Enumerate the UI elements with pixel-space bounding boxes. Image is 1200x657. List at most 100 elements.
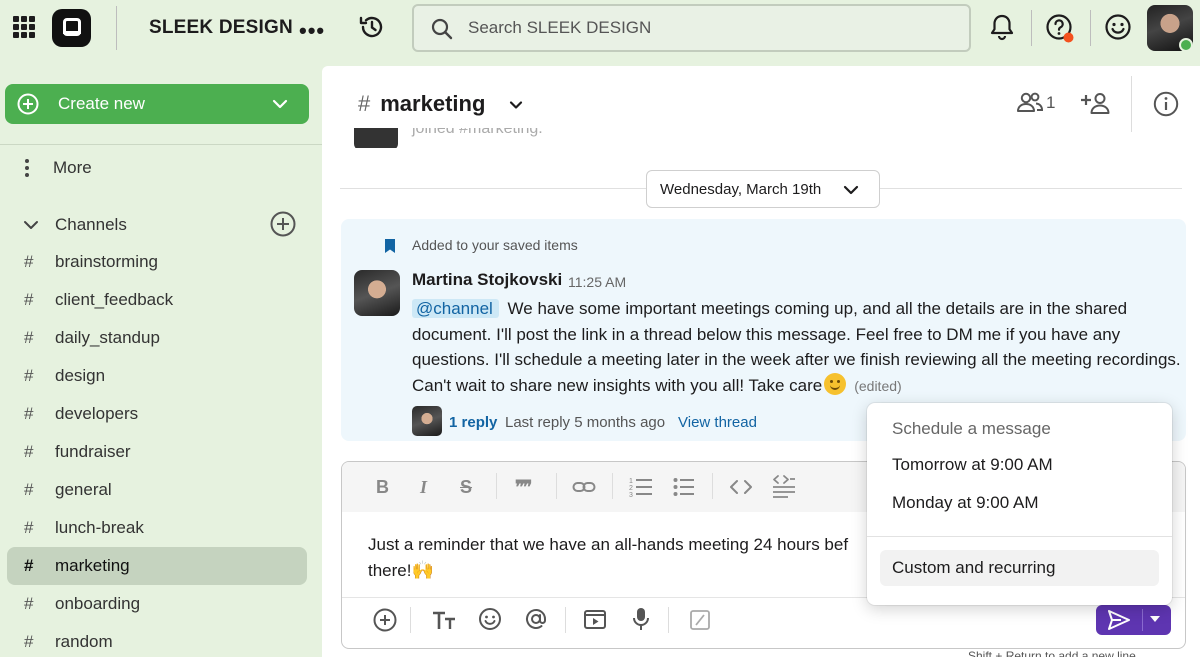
avatar[interactable]: [354, 270, 400, 316]
info-icon[interactable]: [1153, 91, 1179, 117]
chevron-down-icon: [843, 185, 859, 195]
send-button[interactable]: [1096, 605, 1142, 635]
status-emoji-icon[interactable]: [1104, 13, 1132, 41]
hash-icon: #: [24, 632, 34, 651]
channel-label: marketing: [55, 556, 130, 575]
vertical-dots-icon: [25, 159, 29, 177]
sidebar-item-general[interactable]: # general: [7, 471, 307, 509]
sidebar: Create new More Channels # brainstorming #…: [0, 56, 322, 657]
message-timestamp[interactable]: 11:25 AM: [568, 274, 626, 290]
composer-input[interactable]: Just a reminder that we have an all-hand…: [368, 532, 888, 583]
italic-icon[interactable]: I: [420, 477, 427, 498]
divider: [565, 607, 566, 633]
bookmark-icon: [385, 239, 395, 253]
channels-label: Channels: [55, 215, 127, 234]
add-channel-icon[interactable]: [269, 210, 297, 238]
divider: [867, 536, 1172, 537]
channel-label: onboarding: [55, 594, 141, 613]
previous-message: joined #marketing.: [354, 128, 954, 148]
last-reply-label: Last reply 5 months ago: [505, 414, 666, 431]
workspace-name[interactable]: SLEEK DESIGN: [149, 17, 293, 39]
chevron-down-icon: [272, 99, 288, 109]
view-thread-link[interactable]: View thread: [678, 414, 757, 431]
sidebar-item-client_feedback[interactable]: # client_feedback: [7, 281, 307, 319]
svg-text:2: 2: [629, 485, 633, 492]
saved-label: Added to your saved items: [412, 237, 578, 253]
mention-icon[interactable]: [524, 607, 548, 631]
chevron-down-icon[interactable]: [22, 216, 40, 234]
code-icon[interactable]: [730, 479, 752, 495]
chevron-down-icon: [509, 101, 523, 109]
menu-title: Schedule a message: [892, 419, 1051, 438]
sidebar-item-marketing[interactable]: # marketing: [7, 547, 307, 585]
video-clip-icon[interactable]: [583, 607, 607, 631]
sidebar-item-developers[interactable]: # developers: [7, 395, 307, 433]
channel-mention[interactable]: @channel: [412, 299, 499, 318]
schedule-dropdown-button[interactable]: [1150, 616, 1160, 622]
sidebar-item-onboarding[interactable]: # onboarding: [7, 585, 307, 623]
presence-indicator: [1179, 38, 1193, 52]
composer-hint: Shift + Return to add a new line: [968, 649, 1136, 657]
help-icon[interactable]: [1045, 13, 1077, 45]
slash-command-icon[interactable]: [689, 609, 711, 631]
channel-label: developers: [55, 404, 139, 423]
sidebar-item-random[interactable]: # random: [7, 623, 307, 657]
emoji-icon[interactable]: [478, 607, 502, 631]
microphone-icon[interactable]: [631, 607, 651, 631]
schedule-option-monday[interactable]: Monday at 9:00 AM: [880, 485, 1159, 521]
divider: [1131, 76, 1132, 132]
hash-icon: #: [24, 366, 34, 385]
text-format-icon[interactable]: [431, 609, 457, 631]
add-member-icon[interactable]: [1081, 91, 1111, 115]
bell-icon[interactable]: [989, 13, 1015, 41]
draft-line-1: Just a reminder that we have an all-hand…: [368, 535, 849, 554]
bulleted-list-icon[interactable]: [673, 476, 695, 498]
apps-grid-icon[interactable]: [13, 16, 35, 38]
sidebar-item-design[interactable]: # design: [7, 357, 307, 395]
numbered-list-icon[interactable]: 1 2 3: [629, 476, 653, 498]
search-input[interactable]: [468, 15, 948, 41]
smile-emoji-icon: [824, 372, 847, 395]
hash-icon: #: [24, 404, 34, 423]
workspace-menu-button[interactable]: •••: [299, 18, 325, 44]
message-author[interactable]: Martina Stojkovski: [412, 270, 562, 290]
hash-icon: #: [358, 91, 371, 116]
svg-text:1: 1: [629, 478, 633, 485]
reply-count-link[interactable]: 1 reply: [449, 414, 497, 431]
hash-icon: #: [24, 328, 34, 347]
channel-title[interactable]: # marketing: [358, 91, 523, 117]
app-logo[interactable]: [52, 9, 91, 47]
message-body: @channel We have some important meetings…: [412, 296, 1182, 399]
hash-icon: #: [24, 594, 34, 613]
send-button-group: [1096, 605, 1171, 635]
members-button[interactable]: 1: [1016, 90, 1055, 119]
plus-circle-icon: [17, 93, 39, 115]
create-new-button[interactable]: Create new: [5, 84, 309, 124]
date-divider-button[interactable]: Wednesday, March 19th: [646, 170, 880, 208]
history-icon[interactable]: [358, 13, 386, 41]
sidebar-item-brainstorming[interactable]: # brainstorming: [7, 243, 307, 281]
search-bar[interactable]: [412, 4, 971, 52]
sidebar-more-label: More: [53, 158, 92, 177]
attach-plus-icon[interactable]: [372, 607, 398, 633]
schedule-option-custom[interactable]: Custom and recurring: [880, 550, 1159, 586]
hash-icon: #: [24, 518, 34, 537]
sidebar-item-fundraiser[interactable]: # fundraiser: [7, 433, 307, 471]
divider: [1090, 10, 1091, 46]
link-icon[interactable]: [572, 478, 596, 496]
sidebar-item-lunch-break[interactable]: # lunch-break: [7, 509, 307, 547]
channel-name: marketing: [380, 91, 486, 116]
quote-icon[interactable]: ❞❞: [515, 477, 532, 498]
bold-icon[interactable]: B: [376, 477, 389, 498]
divider: [496, 473, 497, 499]
strikethrough-icon[interactable]: S: [460, 477, 472, 498]
divider: [116, 6, 117, 50]
code-block-icon[interactable]: [772, 474, 796, 498]
members-icon: [1017, 92, 1044, 112]
channels-section-header[interactable]: Channels: [22, 210, 302, 239]
schedule-option-tomorrow[interactable]: Tomorrow at 9:00 AM: [880, 447, 1159, 483]
sidebar-item-daily_standup[interactable]: # daily_standup: [7, 319, 307, 357]
menu-item-label: Custom and recurring: [892, 558, 1056, 577]
hash-icon: #: [24, 290, 34, 309]
channel-list: # brainstorming # client_feedback # daily_sta…: [7, 243, 307, 657]
